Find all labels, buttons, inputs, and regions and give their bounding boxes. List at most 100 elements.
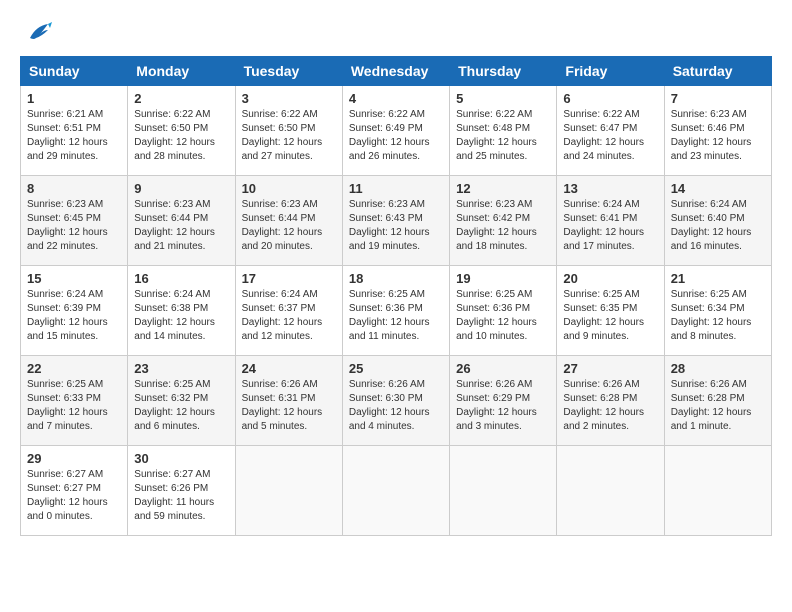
day-number: 15 [27,271,121,286]
calendar-cell: 30 Sunrise: 6:27 AMSunset: 6:26 PMDaylig… [128,446,235,536]
day-number: 6 [563,91,657,106]
cell-text: Sunrise: 6:24 AMSunset: 6:37 PMDaylight:… [242,289,323,342]
cell-text: Sunrise: 6:22 AMSunset: 6:50 PMDaylight:… [134,109,215,162]
day-number: 29 [27,451,121,466]
logo [20,20,56,46]
calendar-cell [664,446,771,536]
day-number: 27 [563,361,657,376]
cell-text: Sunrise: 6:26 AMSunset: 6:29 PMDaylight:… [456,379,537,432]
calendar-cell: 24 Sunrise: 6:26 AMSunset: 6:31 PMDaylig… [235,356,342,446]
cell-text: Sunrise: 6:24 AMSunset: 6:39 PMDaylight:… [27,289,108,342]
cell-text: Sunrise: 6:25 AMSunset: 6:33 PMDaylight:… [27,379,108,432]
day-number: 24 [242,361,336,376]
calendar-cell: 28 Sunrise: 6:26 AMSunset: 6:28 PMDaylig… [664,356,771,446]
day-number: 3 [242,91,336,106]
calendar-cell: 13 Sunrise: 6:24 AMSunset: 6:41 PMDaylig… [557,176,664,266]
day-number: 4 [349,91,443,106]
calendar-cell: 12 Sunrise: 6:23 AMSunset: 6:42 PMDaylig… [450,176,557,266]
day-number: 25 [349,361,443,376]
day-header-wednesday: Wednesday [342,57,449,86]
calendar-cell: 4 Sunrise: 6:22 AMSunset: 6:49 PMDayligh… [342,86,449,176]
day-number: 12 [456,181,550,196]
day-number: 22 [27,361,121,376]
cell-text: Sunrise: 6:27 AMSunset: 6:26 PMDaylight:… [134,469,214,522]
calendar-cell: 26 Sunrise: 6:26 AMSunset: 6:29 PMDaylig… [450,356,557,446]
calendar-cell [235,446,342,536]
cell-text: Sunrise: 6:25 AMSunset: 6:34 PMDaylight:… [671,289,752,342]
day-number: 1 [27,91,121,106]
calendar-table: SundayMondayTuesdayWednesdayThursdayFrid… [20,56,772,536]
cell-text: Sunrise: 6:23 AMSunset: 6:43 PMDaylight:… [349,199,430,252]
day-number: 8 [27,181,121,196]
day-number: 19 [456,271,550,286]
calendar-cell: 7 Sunrise: 6:23 AMSunset: 6:46 PMDayligh… [664,86,771,176]
calendar-cell: 22 Sunrise: 6:25 AMSunset: 6:33 PMDaylig… [21,356,128,446]
day-number: 10 [242,181,336,196]
cell-text: Sunrise: 6:23 AMSunset: 6:46 PMDaylight:… [671,109,752,162]
day-number: 2 [134,91,228,106]
day-number: 13 [563,181,657,196]
day-header-sunday: Sunday [21,57,128,86]
day-number: 23 [134,361,228,376]
cell-text: Sunrise: 6:26 AMSunset: 6:31 PMDaylight:… [242,379,323,432]
calendar-cell: 3 Sunrise: 6:22 AMSunset: 6:50 PMDayligh… [235,86,342,176]
cell-text: Sunrise: 6:25 AMSunset: 6:35 PMDaylight:… [563,289,644,342]
cell-text: Sunrise: 6:22 AMSunset: 6:49 PMDaylight:… [349,109,430,162]
calendar-cell: 11 Sunrise: 6:23 AMSunset: 6:43 PMDaylig… [342,176,449,266]
calendar-cell: 9 Sunrise: 6:23 AMSunset: 6:44 PMDayligh… [128,176,235,266]
calendar-cell [342,446,449,536]
cell-text: Sunrise: 6:23 AMSunset: 6:44 PMDaylight:… [242,199,323,252]
day-number: 16 [134,271,228,286]
cell-text: Sunrise: 6:23 AMSunset: 6:42 PMDaylight:… [456,199,537,252]
day-number: 21 [671,271,765,286]
calendar-cell: 8 Sunrise: 6:23 AMSunset: 6:45 PMDayligh… [21,176,128,266]
calendar-cell: 23 Sunrise: 6:25 AMSunset: 6:32 PMDaylig… [128,356,235,446]
day-number: 28 [671,361,765,376]
calendar-cell: 15 Sunrise: 6:24 AMSunset: 6:39 PMDaylig… [21,266,128,356]
day-number: 11 [349,181,443,196]
calendar-cell: 16 Sunrise: 6:24 AMSunset: 6:38 PMDaylig… [128,266,235,356]
day-number: 26 [456,361,550,376]
calendar-cell [557,446,664,536]
calendar-cell: 20 Sunrise: 6:25 AMSunset: 6:35 PMDaylig… [557,266,664,356]
day-number: 17 [242,271,336,286]
cell-text: Sunrise: 6:22 AMSunset: 6:50 PMDaylight:… [242,109,323,162]
cell-text: Sunrise: 6:26 AMSunset: 6:28 PMDaylight:… [563,379,644,432]
cell-text: Sunrise: 6:23 AMSunset: 6:44 PMDaylight:… [134,199,215,252]
calendar-cell: 14 Sunrise: 6:24 AMSunset: 6:40 PMDaylig… [664,176,771,266]
cell-text: Sunrise: 6:26 AMSunset: 6:30 PMDaylight:… [349,379,430,432]
cell-text: Sunrise: 6:22 AMSunset: 6:47 PMDaylight:… [563,109,644,162]
day-header-tuesday: Tuesday [235,57,342,86]
day-number: 30 [134,451,228,466]
cell-text: Sunrise: 6:21 AMSunset: 6:51 PMDaylight:… [27,109,108,162]
day-header-saturday: Saturday [664,57,771,86]
calendar-cell: 19 Sunrise: 6:25 AMSunset: 6:36 PMDaylig… [450,266,557,356]
day-header-monday: Monday [128,57,235,86]
cell-text: Sunrise: 6:23 AMSunset: 6:45 PMDaylight:… [27,199,108,252]
cell-text: Sunrise: 6:25 AMSunset: 6:36 PMDaylight:… [456,289,537,342]
calendar-cell: 1 Sunrise: 6:21 AMSunset: 6:51 PMDayligh… [21,86,128,176]
cell-text: Sunrise: 6:24 AMSunset: 6:41 PMDaylight:… [563,199,644,252]
header [20,20,772,46]
day-header-thursday: Thursday [450,57,557,86]
calendar-cell [450,446,557,536]
day-header-friday: Friday [557,57,664,86]
calendar-cell: 5 Sunrise: 6:22 AMSunset: 6:48 PMDayligh… [450,86,557,176]
calendar-cell: 6 Sunrise: 6:22 AMSunset: 6:47 PMDayligh… [557,86,664,176]
day-number: 5 [456,91,550,106]
day-number: 14 [671,181,765,196]
cell-text: Sunrise: 6:24 AMSunset: 6:38 PMDaylight:… [134,289,215,342]
cell-text: Sunrise: 6:25 AMSunset: 6:36 PMDaylight:… [349,289,430,342]
calendar-cell: 2 Sunrise: 6:22 AMSunset: 6:50 PMDayligh… [128,86,235,176]
calendar-cell: 10 Sunrise: 6:23 AMSunset: 6:44 PMDaylig… [235,176,342,266]
cell-text: Sunrise: 6:26 AMSunset: 6:28 PMDaylight:… [671,379,752,432]
calendar-cell: 29 Sunrise: 6:27 AMSunset: 6:27 PMDaylig… [21,446,128,536]
cell-text: Sunrise: 6:22 AMSunset: 6:48 PMDaylight:… [456,109,537,162]
day-number: 7 [671,91,765,106]
cell-text: Sunrise: 6:24 AMSunset: 6:40 PMDaylight:… [671,199,752,252]
cell-text: Sunrise: 6:27 AMSunset: 6:27 PMDaylight:… [27,469,108,522]
day-number: 18 [349,271,443,286]
day-number: 9 [134,181,228,196]
calendar-cell: 17 Sunrise: 6:24 AMSunset: 6:37 PMDaylig… [235,266,342,356]
calendar-cell: 18 Sunrise: 6:25 AMSunset: 6:36 PMDaylig… [342,266,449,356]
